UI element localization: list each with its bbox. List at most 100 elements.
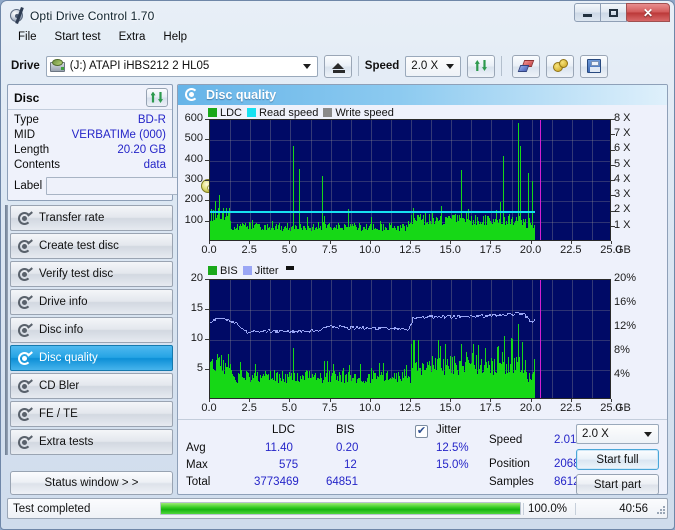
erase-button[interactable]: [512, 54, 541, 78]
sidebar-item-transfer-rate[interactable]: Transfer rate: [10, 205, 173, 231]
disc-test-icon: [18, 378, 33, 393]
legend-label: Jitter: [254, 264, 279, 277]
disc-test-icon: [18, 266, 33, 281]
window-title: Opti Drive Control 1.70: [30, 8, 155, 23]
disc-row-length: Length 20.20 GB: [14, 143, 166, 158]
legend-item-read-speed: Read speed: [247, 107, 318, 119]
refresh-icon: [150, 91, 165, 105]
start-full-button[interactable]: Start full: [576, 449, 659, 471]
bis-chart: BIS Jitter 0.0 2.5 5.0 7.5 10.0 12.5 15.0 17.5 2…: [178, 265, 667, 420]
legend-swatch: [242, 266, 252, 276]
legend-swatch: [208, 266, 217, 276]
refresh-button[interactable]: [467, 54, 496, 78]
legend-item-write-speed: Write speed: [323, 107, 394, 119]
ldc-chart-ytick: 200: [184, 193, 203, 206]
ldc-chart-y2tick: 8 X: [614, 111, 631, 124]
start-part-button[interactable]: Start part: [576, 474, 659, 494]
panel-title: Disc quality: [206, 87, 277, 102]
sidebar-item-create-test-disc[interactable]: Create test disc: [10, 233, 173, 259]
sidebar-item-cd-bler[interactable]: CD Bler: [10, 373, 173, 399]
ldc-chart-y2tick: 5 X: [614, 157, 631, 170]
ldc-chart-xlabel: GB: [615, 243, 631, 256]
ldc-chart-ytick: 500: [184, 132, 203, 145]
disc-test-icon: [18, 322, 33, 337]
bis-chart-xtick: 7.5: [321, 401, 338, 414]
stats-header-ldc: LDC: [272, 424, 296, 437]
sidebar-item-label: Disc quality: [39, 352, 98, 364]
stats-samples-label: Samples: [489, 476, 534, 489]
ldc-plot-area: 0.0 2.5 5.0 7.5 10.0 12.5 15.0 17.5 20.0 22.5 25.0…: [178, 105, 667, 261]
ldc-chart-xtick: 17.5: [479, 243, 502, 256]
close-button[interactable]: ✕: [626, 3, 670, 22]
minimize-button[interactable]: [574, 3, 601, 22]
menu-help[interactable]: Help: [154, 29, 196, 45]
status-bar: Test completed 100.0% 40:56: [7, 498, 668, 519]
disc-row-type: Type BD-R: [14, 113, 166, 128]
sidebar-item-drive-info[interactable]: Drive info: [10, 289, 173, 315]
drive-select[interactable]: (J:) ATAPI iHBS212 2 HL05: [45, 55, 318, 77]
test-speed-select[interactable]: 2.0 X: [576, 424, 659, 445]
disc-label-row: Label: [14, 176, 217, 195]
window-controls: ✕: [574, 3, 670, 22]
sidebar-item-verify-test-disc[interactable]: Verify test disc: [10, 261, 173, 287]
read-speed-line: [210, 210, 535, 213]
disc-row-contents: Contents data: [14, 158, 166, 173]
eject-button[interactable]: [323, 54, 352, 78]
bis-chart-xtick: 15.0: [439, 401, 461, 414]
disc-label-input[interactable]: [46, 176, 197, 195]
chevron-down-icon: [442, 59, 458, 74]
save-button[interactable]: [580, 54, 609, 78]
menu-extra[interactable]: Extra: [110, 29, 155, 45]
drive-toolbar: Drive (J:) ATAPI iHBS212 2 HL05 Speed 2.…: [7, 50, 668, 82]
sidebar-item-label: Disc info: [39, 324, 84, 336]
jitter-checkbox[interactable]: ✔: [415, 425, 428, 439]
sidebar-item-label: Create test disc: [39, 240, 119, 252]
legend-swatch: [208, 108, 217, 118]
ldc-chart-xtick: 10.0: [359, 243, 381, 256]
disc-row-value: 20.20 GB: [117, 144, 166, 156]
panel-header: Disc quality: [178, 85, 667, 105]
disc-quality-panel: Disc quality LDC Read speed Write speed: [177, 84, 668, 495]
status-window-button[interactable]: Status window > >: [10, 471, 173, 495]
disc-row-key: MID: [14, 129, 36, 141]
bis-chart-xtick: 5.0: [281, 401, 298, 414]
sidebar-item-extra-tests[interactable]: Extra tests: [10, 429, 173, 455]
stats-row-max-label: Max: [186, 459, 208, 472]
menu-start-test[interactable]: Start test: [46, 29, 110, 45]
bis-plot-area: 0.0 2.5 5.0 7.5 10.0 12.5 15.0 17.5 20.0 22.5 25.0…: [178, 265, 667, 419]
ldc-chart-ytick: 300: [184, 172, 203, 185]
ldc-chart-xtick: 22.5: [560, 243, 582, 256]
test-speed-value: 2.0 X: [582, 428, 609, 441]
legend-item-jitter: Jitter: [242, 264, 279, 277]
sidebar-item-disc-quality[interactable]: Disc quality: [10, 345, 173, 371]
maximize-button[interactable]: [600, 3, 627, 22]
bis-chart-ytick: 20: [190, 271, 203, 284]
speed-select[interactable]: 2.0 X: [405, 55, 462, 77]
disc-test-icon: [18, 238, 33, 253]
stats-row-max-ldc: 575: [279, 459, 299, 472]
stats-row-avg-jitter: 12.5%: [436, 442, 469, 455]
disc-test-icon: [18, 434, 33, 449]
disc-refresh-button[interactable]: [146, 88, 168, 107]
minimize-icon: [583, 13, 592, 17]
bis-chart-y2tick: 20%: [614, 271, 637, 284]
optical-drive-icon: [49, 59, 66, 73]
disc-test-icon: [18, 210, 33, 225]
legend-label: BIS: [220, 264, 238, 277]
menu-file[interactable]: File: [9, 29, 46, 45]
ldc-chart: LDC Read speed Write speed 0.0 2.5 5.0 7.5 1…: [178, 105, 667, 265]
ldc-chart-xtick: 0.0: [201, 243, 217, 256]
save-icon: [587, 59, 602, 73]
sidebar-item-fe-te[interactable]: FE / TE: [10, 401, 173, 427]
stats-row-total-bis: 64851: [326, 476, 358, 489]
refresh-icon: [474, 59, 489, 73]
sidebar-item-label: Drive info: [39, 296, 88, 308]
settings-button[interactable]: [546, 54, 575, 78]
bis-chart-y2tick: 8%: [614, 343, 630, 356]
ldc-chart-xtick: 15.0: [439, 243, 461, 256]
resize-grip[interactable]: [653, 502, 667, 516]
ldc-chart-ytick: 600: [184, 111, 203, 124]
sidebar-item-label: Transfer rate: [39, 212, 105, 224]
bis-chart-xtick: 2.5: [241, 401, 257, 414]
sidebar-item-disc-info[interactable]: Disc info: [10, 317, 173, 343]
